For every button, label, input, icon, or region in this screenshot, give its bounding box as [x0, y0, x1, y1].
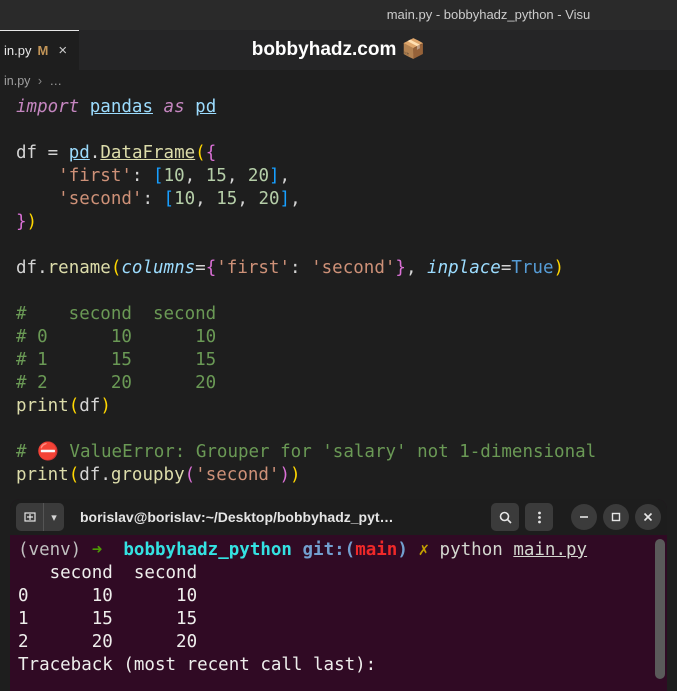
menu-button[interactable] [525, 503, 553, 531]
tab-filename: in.py [4, 43, 31, 58]
terminal-panel: ▾ borislav@borislav:~/Desktop/bobbyhadz_… [10, 499, 667, 691]
close-button[interactable] [635, 504, 661, 530]
code-editor[interactable]: import pandas as pd df = pd.DataFrame({ … [0, 92, 677, 495]
close-icon [642, 511, 654, 523]
minimize-icon [578, 511, 590, 523]
breadcrumb-rest: … [50, 74, 63, 88]
terminal-title: borislav@borislav:~/Desktop/bobbyhadz_py… [70, 509, 485, 525]
maximize-icon [610, 511, 622, 523]
editor-tab-row: in.py M × bobbyhadz.com 📦 [0, 30, 677, 70]
search-button[interactable] [491, 503, 519, 531]
terminal-header: ▾ borislav@borislav:~/Desktop/bobbyhadz_… [10, 499, 667, 535]
plus-icon [16, 503, 44, 531]
no-entry-icon: ⛔ [37, 442, 59, 462]
minimize-button[interactable] [571, 504, 597, 530]
maximize-button[interactable] [603, 504, 629, 530]
close-icon[interactable]: × [54, 42, 71, 59]
editor-tab-main[interactable]: in.py M × [0, 30, 79, 70]
watermark-text: bobbyhadz.com 📦 [252, 30, 426, 70]
kebab-icon [532, 510, 547, 525]
window-title: main.py - bobbyhadz_python - Visu [387, 7, 591, 22]
scrollbar-thumb[interactable] [655, 539, 665, 679]
tab-modified-indicator: M [37, 43, 48, 58]
new-tab-button[interactable]: ▾ [16, 503, 64, 531]
search-icon [498, 510, 513, 525]
watermark-overlay: bobbyhadz.com 📦 [0, 30, 677, 70]
chevron-right-icon: › [34, 74, 46, 88]
breadcrumb-file: in.py [4, 74, 30, 88]
terminal-body[interactable]: (venv) ➜ bobbyhadz_python git:(main) ✗ p… [10, 535, 667, 681]
chevron-down-icon[interactable]: ▾ [44, 503, 64, 531]
window-title-bar: main.py - bobbyhadz_python - Visu [0, 0, 677, 30]
breadcrumb[interactable]: in.py › … [0, 70, 677, 92]
